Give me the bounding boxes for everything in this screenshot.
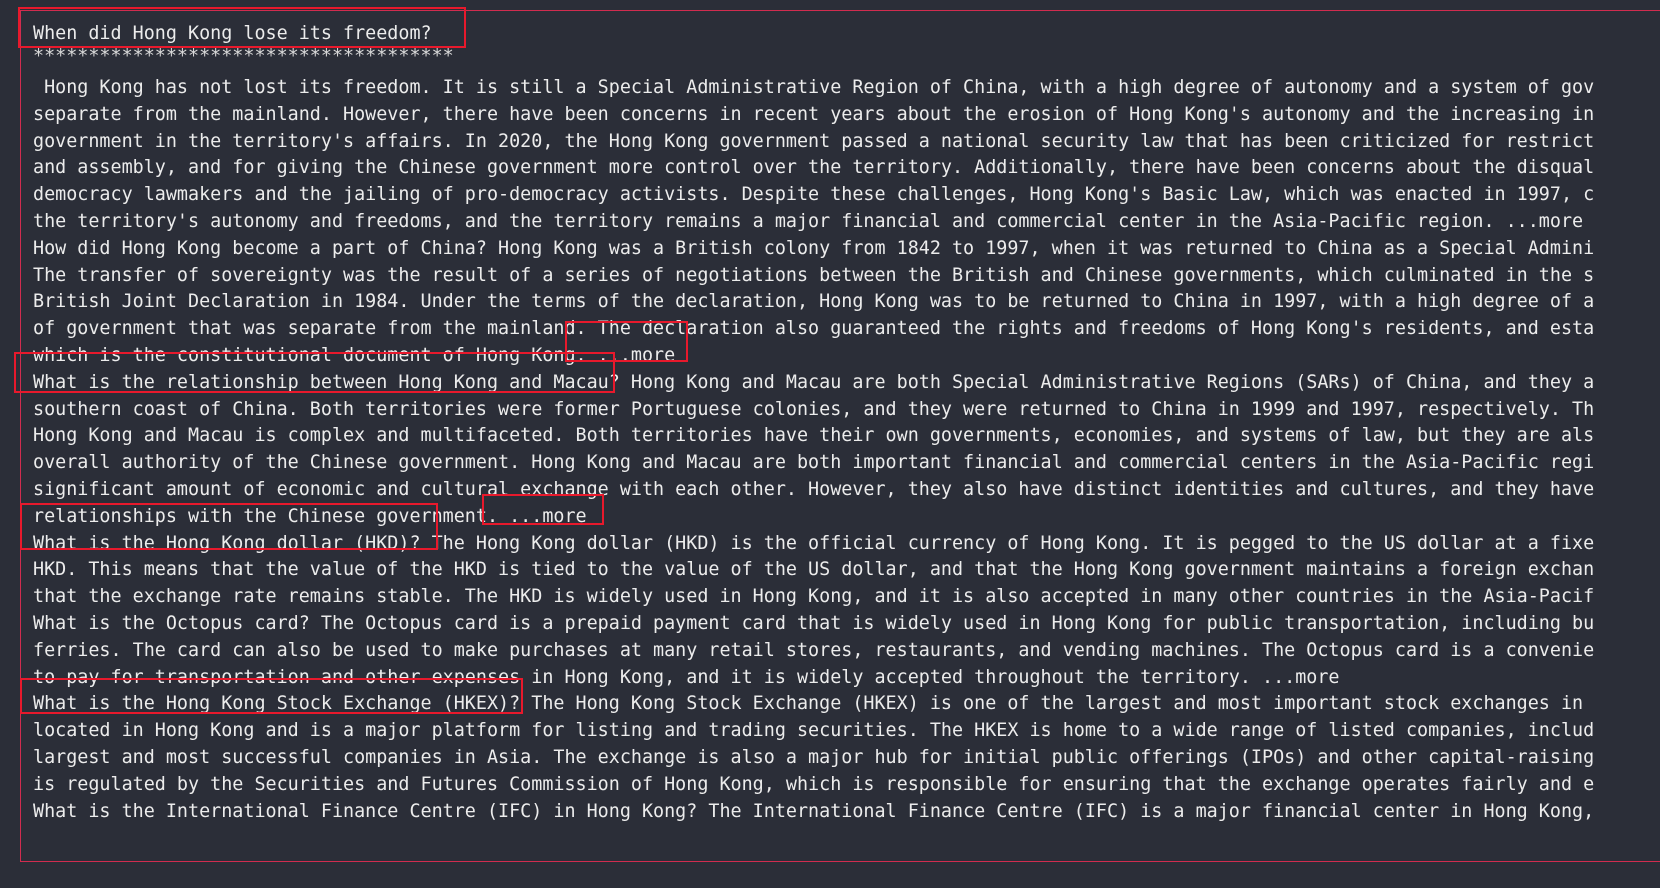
title-separator: ************************************** — [33, 46, 454, 67]
answer-line: and assembly, and for giving the Chinese… — [33, 157, 1595, 179]
answer-line: the territory's autonomy and freedoms, a… — [33, 211, 1584, 232]
answer-line: What is the Hong Kong Stock Exchange (HK… — [33, 693, 1584, 715]
answer-line: located in Hong Kong and is a major plat… — [33, 720, 1595, 742]
answer-line: is regulated by the Securities and Futur… — [33, 773, 1595, 795]
terminal-output-panel: When did Hong Kong lose its freedom? ***… — [20, 10, 1660, 862]
answer-line: government in the territory's affairs. I… — [33, 130, 1595, 152]
answer-line: How did Hong Kong become a part of China… — [33, 237, 1595, 259]
answer-line: that the exchange rate remains stable. T… — [33, 586, 1595, 608]
answer-line: democracy lawmakers and the jailing of p… — [33, 184, 1595, 206]
answer-line: What is the relationship between Hong Ko… — [33, 371, 1595, 393]
answer-line: largest and most successful companies in… — [33, 747, 1595, 768]
answer-line: separate from the mainland. However, the… — [33, 103, 1595, 125]
answer-line: relationships with the Chinese governmen… — [33, 505, 587, 527]
answer-line: British Joint Declaration in 1984. Under… — [33, 291, 1595, 313]
answer-line: overall authority of the Chinese governm… — [33, 452, 1595, 474]
answer-line: What is the Octopus card? The Octopus ca… — [33, 613, 1595, 634]
answer-line: HKD. This means that the value of the HK… — [33, 559, 1595, 581]
answer-line: significant amount of economic and cultu… — [33, 479, 1595, 500]
answer-line: of government that was separate from the… — [33, 318, 1595, 340]
answer-line: ferries. The card can also be used to ma… — [33, 639, 1595, 661]
answer-line: Hong Kong and Macau is complex and multi… — [33, 425, 1595, 447]
answer-line: to pay for transportation and other expe… — [33, 666, 1340, 688]
answer-line: which is the constitutional document of … — [33, 345, 676, 366]
answer-line: southern coast of China. Both territorie… — [33, 398, 1595, 420]
answer-line: What is the International Finance Centre… — [33, 800, 1595, 822]
answer-line: Hong Kong has not lost its freedom. It i… — [33, 77, 1595, 98]
answer-line: What is the Hong Kong dollar (HKD)? The … — [33, 532, 1595, 554]
answer-line: The transfer of sovereignty was the resu… — [33, 264, 1595, 286]
